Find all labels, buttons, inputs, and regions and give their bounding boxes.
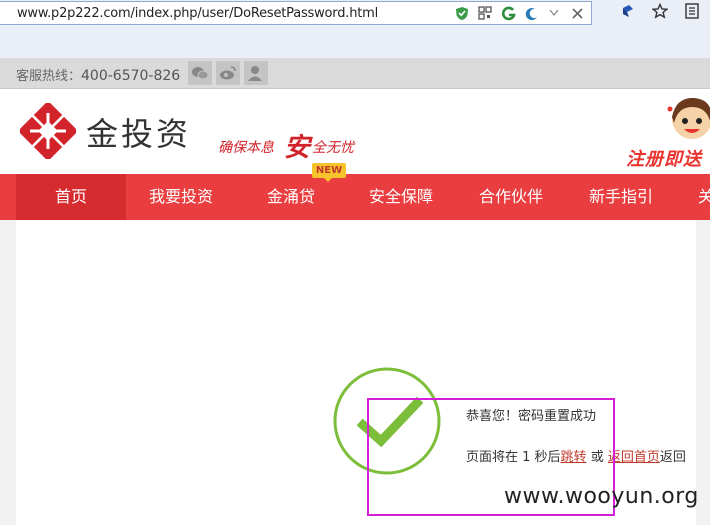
- logo-icon[interactable]: [20, 103, 76, 159]
- logo-text[interactable]: 金投资: [86, 109, 191, 155]
- star-icon[interactable]: [652, 3, 668, 19]
- right-gutter: [696, 220, 710, 525]
- url-text[interactable]: www.p2p222.com/index.php/user/DoResetPas…: [17, 6, 378, 21]
- weibo-icon[interactable]: [216, 61, 240, 85]
- nav-item-guide[interactable]: 新手指引: [566, 174, 676, 220]
- wechat-icon[interactable]: [188, 61, 212, 85]
- nav-item-partners[interactable]: 合作伙伴: [456, 174, 566, 220]
- address-bar[interactable]: www.p2p222.com/index.php/user/DoResetPas…: [0, 1, 592, 25]
- main-nav: 首页 我要投资 金涌贷 安全保障 合作伙伴 新手指引 关: [0, 174, 710, 220]
- nav-item-invest[interactable]: 我要投资: [126, 174, 236, 220]
- mascot-icon[interactable]: [666, 95, 710, 145]
- redirect-suffix: 返回: [659, 450, 686, 465]
- dropdown-arrow-icon[interactable]: [546, 5, 562, 21]
- site-header: 金投资 确保本息安全无忧 注册即送: [0, 89, 710, 174]
- slogan-part2: 全无忧: [312, 140, 355, 156]
- register-promo[interactable]: 注册即送: [626, 145, 702, 171]
- moon-icon[interactable]: [523, 5, 539, 21]
- shield-icon[interactable]: [454, 5, 470, 21]
- qrcode-icon[interactable]: [477, 5, 493, 21]
- hotline-number: 400-6570-826: [81, 68, 181, 84]
- hotline: 客服热线：400-6570-826: [16, 65, 180, 84]
- g-translate-icon[interactable]: [500, 5, 516, 21]
- watermark: www.wooyun.org: [504, 484, 699, 509]
- menu-icon[interactable]: [684, 3, 700, 19]
- nav-item-security[interactable]: 安全保障: [346, 174, 456, 220]
- social-links: [188, 61, 268, 85]
- new-badge: NEW: [312, 163, 346, 182]
- slogan-part1: 确保本息: [218, 140, 274, 156]
- hotline-label: 客服热线：: [16, 69, 82, 84]
- slogan: 确保本息安全无忧: [218, 123, 355, 163]
- home-link[interactable]: 返回首页: [608, 450, 660, 465]
- nav-item-about[interactable]: 关: [676, 174, 710, 220]
- nav-item-home[interactable]: 首页: [16, 174, 126, 220]
- user-icon[interactable]: [244, 61, 268, 85]
- bookmarks-bar: [0, 26, 710, 59]
- slogan-big-char: 安: [284, 133, 311, 163]
- left-gutter: [0, 220, 16, 525]
- close-icon[interactable]: [569, 5, 585, 21]
- extension-icon[interactable]: [620, 3, 636, 19]
- site-topbar: 客服热线：400-6570-826: [0, 58, 710, 89]
